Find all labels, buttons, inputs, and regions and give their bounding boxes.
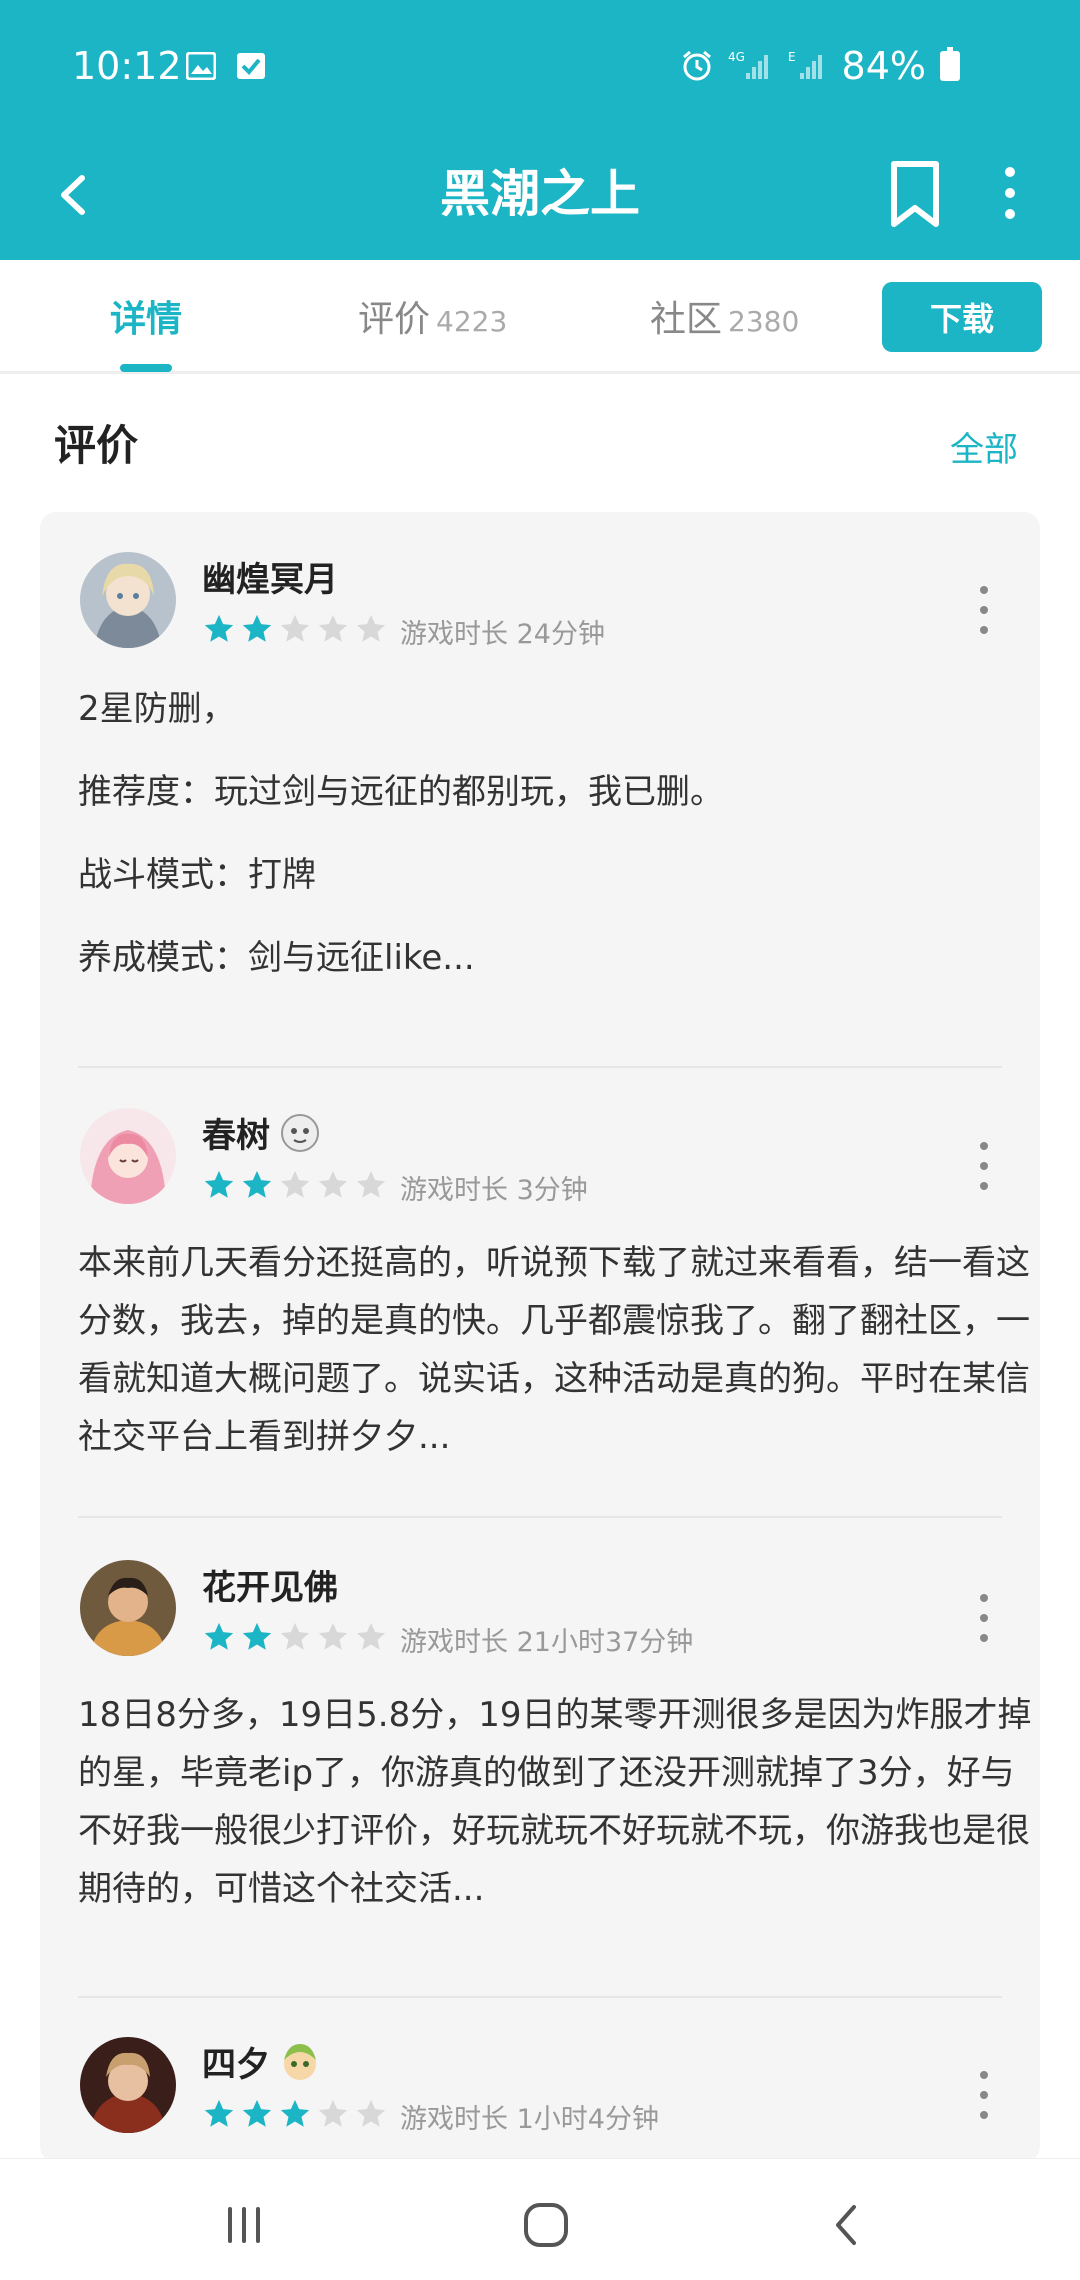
- tab-reviews[interactable]: 评价 4223: [358, 290, 507, 342]
- review-more-icon[interactable]: [976, 2065, 992, 2125]
- signal-e-icon: E: [788, 50, 822, 79]
- star-filled-icon: [204, 1622, 234, 1650]
- review-body: 本来前几天看分还挺高的，听说预下载了就过来看看，结一看这分数，我去，掉的是真的快…: [78, 1234, 1038, 1491]
- tab-details-label: 详情: [110, 299, 183, 340]
- review-body: 2星防删， 推荐度：玩过剑与远征的都别玩，我已删。 战斗模式：打牌 养成模式：剑…: [78, 680, 1038, 1012]
- download-button[interactable]: 下载: [882, 282, 1042, 352]
- back-icon[interactable]: [818, 2195, 878, 2255]
- star-empty-icon: [318, 2099, 348, 2127]
- app-bar: 黑潮之上: [0, 130, 1080, 260]
- star-filled-icon: [242, 1622, 272, 1650]
- tab-bar: 详情 评价 4223 社区 2380 下载: [0, 260, 1080, 374]
- recent-apps-icon[interactable]: [214, 2195, 274, 2255]
- tab-details[interactable]: 详情: [110, 290, 182, 342]
- rating-stars: [202, 2097, 388, 2131]
- avatar[interactable]: [80, 1108, 176, 1204]
- star-empty-icon: [318, 1622, 348, 1650]
- star-empty-icon: [280, 1622, 310, 1650]
- status-bar: 10:12 4G E 84%: [0, 0, 1080, 130]
- tab-community[interactable]: 社区 2380: [650, 290, 799, 342]
- review-body: 18日8分多，19日5.8分，19日的某零开测很多是因为炸服才掉的星，毕竟老ip…: [78, 1686, 1038, 1943]
- review-username-text: 花开见佛: [202, 1568, 338, 1608]
- svg-text:4G: 4G: [728, 50, 745, 64]
- user-badge-icon: [284, 2043, 316, 2080]
- star-filled-icon: [242, 2099, 272, 2127]
- playtime: 游戏时长 1小时4分钟: [400, 2104, 659, 2135]
- divider: [78, 1996, 1002, 1998]
- review-more-icon[interactable]: [976, 1588, 992, 1648]
- star-filled-icon: [242, 614, 272, 642]
- avatar[interactable]: [80, 552, 176, 648]
- system-nav-bar: [0, 2158, 1080, 2280]
- review-username-text: 幽煌冥月: [202, 560, 338, 600]
- star-empty-icon: [318, 1170, 348, 1198]
- playtime: 游戏时长 3分钟: [400, 1175, 588, 1206]
- divider: [78, 1066, 1002, 1068]
- image-icon: [186, 52, 216, 80]
- check-icon: [237, 53, 265, 79]
- tab-reviews-count: 4223: [436, 305, 508, 338]
- star-filled-icon: [242, 1170, 272, 1198]
- review-username-text: 四夕: [202, 2045, 270, 2085]
- review-more-icon[interactable]: [976, 580, 992, 640]
- bookmark-icon[interactable]: [880, 156, 950, 234]
- star-filled-icon: [280, 2099, 310, 2127]
- rating-stars: [202, 1620, 388, 1654]
- star-filled-icon: [204, 614, 234, 642]
- battery-percent: 84%: [841, 44, 926, 88]
- star-empty-icon: [280, 614, 310, 642]
- avatar[interactable]: [80, 1560, 176, 1656]
- rating-stars: [202, 1168, 388, 1202]
- tab-indicator: [120, 364, 172, 372]
- star-empty-icon: [280, 1170, 310, 1198]
- review-more-icon[interactable]: [976, 1136, 992, 1196]
- review-line: 战斗模式：打牌: [78, 855, 316, 895]
- section-title: 评价: [54, 421, 139, 470]
- alarm-icon: [682, 50, 711, 81]
- review-username-text: 春树: [202, 1116, 270, 1156]
- review-line: 推荐度：玩过剑与远征的都别玩，我已删。: [78, 772, 724, 812]
- review-username[interactable]: 幽煌冥月: [202, 552, 338, 601]
- review-username[interactable]: 花开见佛: [202, 1560, 338, 1609]
- avatar[interactable]: [80, 2037, 176, 2133]
- review-line: 18日8分多，19日5.8分，19日的某零开测很多是因为炸服才掉的星，毕竟老ip…: [78, 1695, 1032, 1909]
- star-empty-icon: [356, 614, 386, 642]
- review-username[interactable]: 春树: [202, 1108, 320, 1157]
- tab-reviews-label: 评价: [358, 299, 431, 340]
- user-badge-icon: [281, 1113, 319, 1152]
- review-line: 养成模式：剑与远征like...: [78, 938, 475, 978]
- status-time: 10:12: [72, 44, 182, 88]
- star-empty-icon: [356, 1170, 386, 1198]
- review-line: 2星防删，: [78, 689, 236, 729]
- status-right: 4G E 84%: [680, 44, 960, 88]
- svg-text:E: E: [788, 50, 796, 64]
- tab-community-count: 2380: [728, 305, 800, 338]
- review-line: 本来前几天看分还挺高的，听说预下载了就过来看看，结一看这分数，我去，掉的是真的快…: [78, 1243, 1030, 1457]
- home-icon[interactable]: [516, 2195, 576, 2255]
- playtime: 游戏时长 24分钟: [400, 619, 605, 650]
- more-vertical-icon[interactable]: [990, 158, 1030, 228]
- view-all-link[interactable]: 全部: [950, 422, 1018, 471]
- battery-icon: [940, 47, 960, 81]
- star-filled-icon: [204, 2099, 234, 2127]
- star-empty-icon: [318, 614, 348, 642]
- signal-4g-icon: 4G: [728, 50, 768, 79]
- playtime: 游戏时长 21小时37分钟: [400, 1627, 694, 1658]
- star-empty-icon: [356, 2099, 386, 2127]
- divider: [78, 1516, 1002, 1518]
- tab-community-label: 社区: [650, 299, 723, 340]
- rating-stars: [202, 612, 388, 646]
- star-empty-icon: [356, 1622, 386, 1650]
- review-username[interactable]: 四夕: [202, 2037, 320, 2086]
- star-filled-icon: [204, 1170, 234, 1198]
